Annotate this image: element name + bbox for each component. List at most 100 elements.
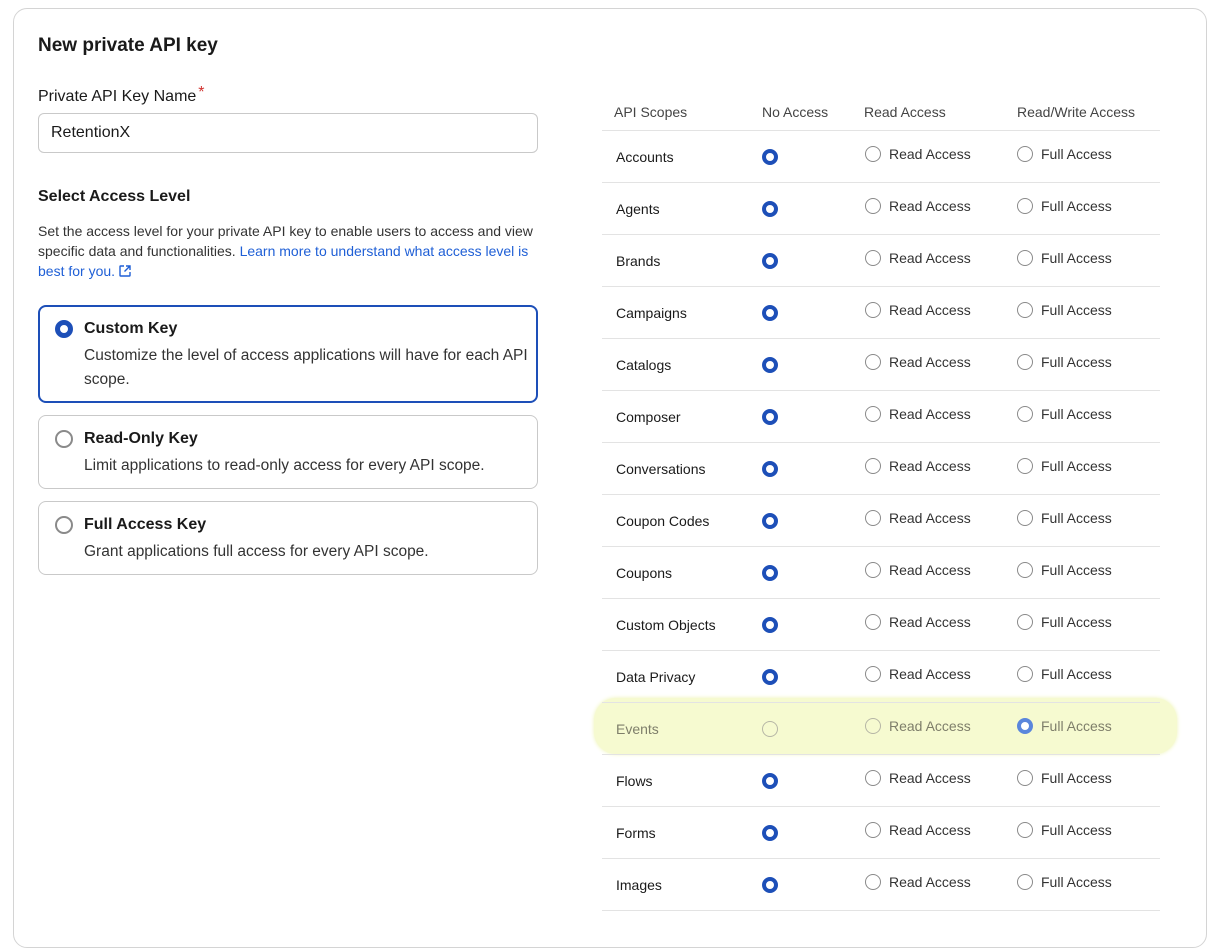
read-access-label: Read Access [889, 510, 971, 526]
no-access-radio[interactable] [762, 201, 778, 217]
full-access-key-radio[interactable] [55, 516, 73, 534]
scope-name: Conversations [616, 461, 706, 477]
scope-name: Coupon Codes [616, 513, 710, 529]
full-access-radio[interactable] [1017, 146, 1033, 162]
read-access-radio[interactable] [865, 614, 881, 630]
read-access-radio[interactable] [865, 822, 881, 838]
no-access-radio[interactable] [762, 825, 778, 841]
key-name-input[interactable] [38, 113, 538, 153]
table-row: Images Read Access Full Access [602, 859, 1160, 911]
no-access-radio[interactable] [762, 669, 778, 685]
full-access-radio[interactable] [1017, 874, 1033, 890]
read-only-key-radio[interactable] [55, 430, 73, 448]
read-access-radio[interactable] [865, 718, 881, 734]
full-access-radio[interactable] [1017, 458, 1033, 474]
no-access-radio[interactable] [762, 149, 778, 165]
no-access-radio[interactable] [762, 461, 778, 477]
full-access-radio[interactable] [1017, 666, 1033, 682]
no-access-option[interactable] [762, 149, 778, 170]
read-access-radio[interactable] [865, 666, 881, 682]
full-access-radio[interactable] [1017, 302, 1033, 318]
read-access-label: Read Access [889, 198, 971, 214]
full-access-radio[interactable] [1017, 822, 1033, 838]
scope-name: Forms [616, 825, 656, 841]
table-row: Catalogs Read Access Full Access [602, 339, 1160, 391]
read-access-radio[interactable] [865, 770, 881, 786]
key-name-label-text: Private API Key Name [38, 88, 197, 105]
table-row: Events Read Access Full Access [602, 703, 1160, 755]
no-access-option[interactable] [762, 669, 778, 690]
custom-key-option[interactable]: Custom Key Customize the level of access… [38, 305, 538, 403]
no-access-option[interactable] [762, 773, 778, 794]
full-access-radio[interactable] [1017, 250, 1033, 266]
no-access-radio[interactable] [762, 357, 778, 373]
table-row: Accounts Read Access Full Access [602, 131, 1160, 183]
full-access-radio[interactable] [1017, 198, 1033, 214]
no-access-radio[interactable] [762, 617, 778, 633]
full-access-label: Full Access [1041, 770, 1112, 786]
full-access-radio[interactable] [1017, 562, 1033, 578]
read-access-radio[interactable] [865, 250, 881, 266]
scope-name: Agents [616, 201, 660, 217]
no-access-option[interactable] [762, 201, 778, 222]
full-access-radio[interactable] [1017, 510, 1033, 526]
read-access-radio[interactable] [865, 874, 881, 890]
no-access-option[interactable] [762, 409, 778, 430]
required-asterisk: * [198, 84, 205, 101]
no-access-option[interactable] [762, 357, 778, 378]
no-access-option[interactable] [762, 617, 778, 638]
no-access-radio[interactable] [762, 565, 778, 581]
no-access-radio[interactable] [762, 877, 778, 893]
scope-name: Images [616, 877, 662, 893]
no-access-radio[interactable] [762, 253, 778, 269]
read-only-key-option[interactable]: Read-Only Key Limit applications to read… [38, 415, 538, 489]
no-access-option[interactable] [762, 565, 778, 586]
read-access-radio[interactable] [865, 562, 881, 578]
read-access-label: Read Access [889, 354, 971, 370]
key-name-label: Private API Key Name * [38, 84, 205, 106]
dialog-title: New private API key [38, 35, 218, 56]
full-access-radio[interactable] [1017, 718, 1033, 734]
scope-name: Data Privacy [616, 669, 696, 685]
full-access-key-option[interactable]: Full Access Key Grant applications full … [38, 501, 538, 575]
no-access-option[interactable] [762, 721, 778, 742]
full-access-radio[interactable] [1017, 354, 1033, 370]
read-access-label: Read Access [889, 770, 971, 786]
read-access-label: Read Access [889, 822, 971, 838]
no-access-option[interactable] [762, 825, 778, 846]
table-row: Conversations Read Access Full Access [602, 443, 1160, 495]
no-access-radio[interactable] [762, 305, 778, 321]
header-read-write-access: Read/Write Access [1017, 104, 1136, 120]
no-access-option[interactable] [762, 461, 778, 482]
read-access-radio[interactable] [865, 302, 881, 318]
no-access-option[interactable] [762, 305, 778, 326]
full-access-radio[interactable] [1017, 614, 1033, 630]
read-access-label: Read Access [889, 614, 971, 630]
no-access-option[interactable] [762, 253, 778, 274]
no-access-radio[interactable] [762, 721, 778, 737]
full-access-label: Full Access [1041, 302, 1112, 318]
scope-name: Custom Objects [616, 617, 716, 633]
read-access-radio[interactable] [865, 458, 881, 474]
header-read-access: Read Access [864, 104, 946, 120]
read-access-radio[interactable] [865, 354, 881, 370]
table-row: Coupons Read Access Full Access [602, 547, 1160, 599]
full-access-radio[interactable] [1017, 770, 1033, 786]
no-access-radio[interactable] [762, 773, 778, 789]
scope-name: Accounts [616, 149, 674, 165]
no-access-radio[interactable] [762, 513, 778, 529]
custom-key-radio[interactable] [55, 320, 73, 338]
read-access-radio[interactable] [865, 198, 881, 214]
no-access-option[interactable] [762, 513, 778, 534]
no-access-radio[interactable] [762, 409, 778, 425]
read-access-radio[interactable] [865, 146, 881, 162]
full-access-label: Full Access [1041, 458, 1112, 474]
read-access-radio[interactable] [865, 510, 881, 526]
no-access-option[interactable] [762, 877, 778, 898]
read-access-label: Read Access [889, 458, 971, 474]
full-access-radio[interactable] [1017, 406, 1033, 422]
read-access-label: Read Access [889, 250, 971, 266]
read-access-radio[interactable] [865, 406, 881, 422]
scope-name: Flows [616, 773, 653, 789]
scope-name: Brands [616, 253, 661, 269]
